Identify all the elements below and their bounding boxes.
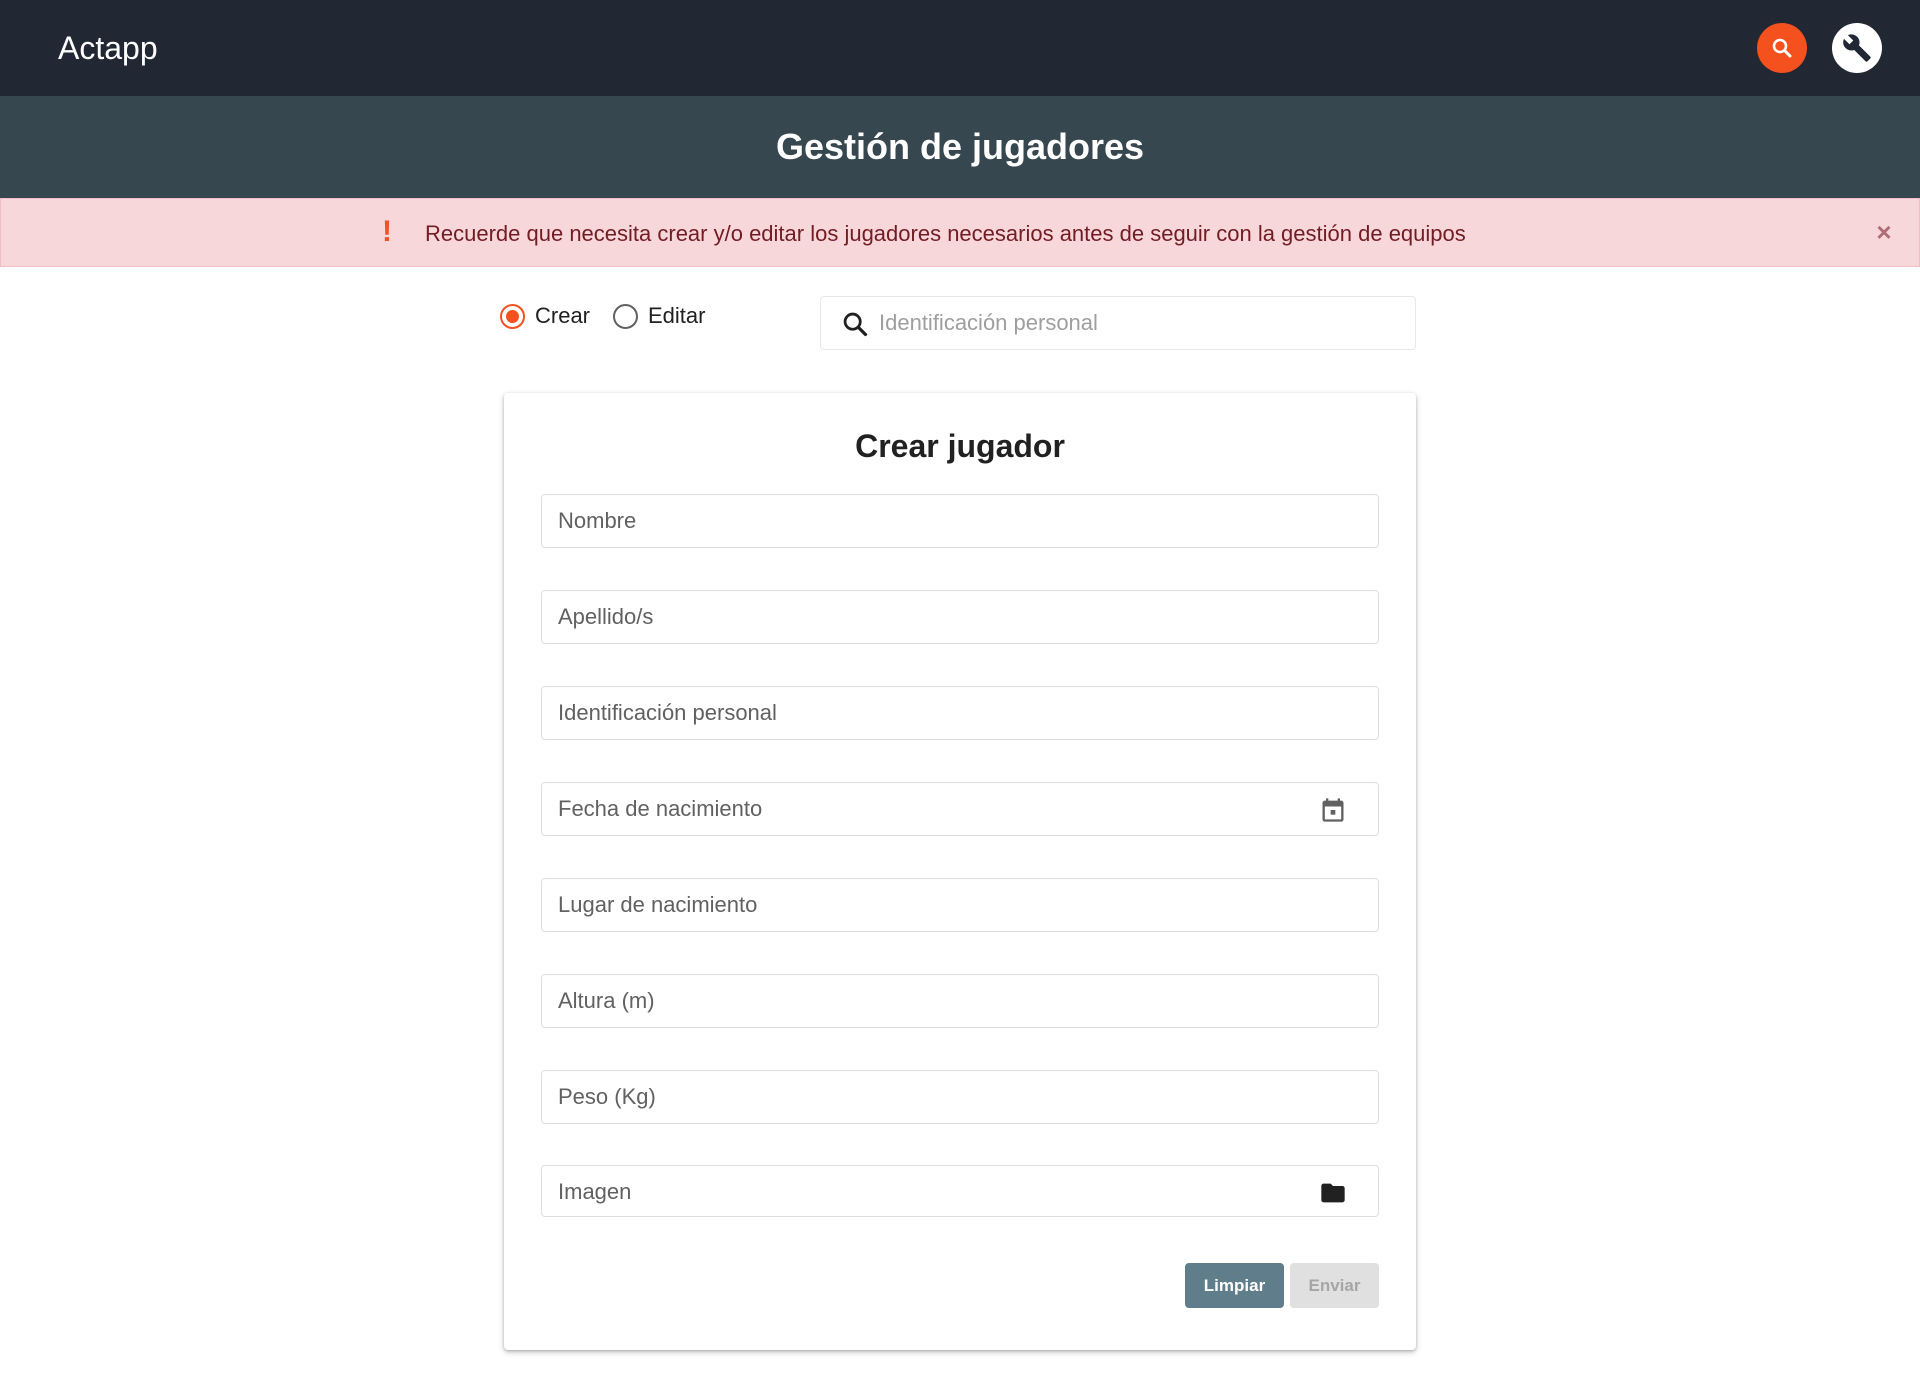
- settings-button[interactable]: [1832, 23, 1882, 73]
- imagen-input[interactable]: [558, 1176, 1318, 1208]
- page-title-bar: Gestión de jugadores: [0, 96, 1920, 198]
- search-icon: [843, 312, 868, 337]
- player-search-box: [820, 296, 1416, 350]
- altura-input[interactable]: [558, 985, 1318, 1017]
- folder-icon[interactable]: [1318, 1179, 1348, 1207]
- peso-input[interactable]: [558, 1081, 1318, 1113]
- radio-crear-label: Crear: [535, 303, 591, 328]
- radio-indicator[interactable]: [613, 303, 638, 329]
- lugar-nacimiento-field: [541, 878, 1379, 932]
- page-title: Gestión de jugadores: [775, 126, 1145, 167]
- wrench-icon: [1843, 34, 1871, 62]
- nombre-field: [541, 494, 1379, 548]
- close-icon[interactable]: ×: [1871, 219, 1897, 245]
- radio-editar[interactable]: Editar: [613, 303, 705, 329]
- radio-crear[interactable]: Crear: [500, 303, 590, 329]
- search-icon: [1772, 38, 1792, 58]
- clear-button[interactable]: Limpiar: [1185, 1263, 1284, 1308]
- warning-alert: ! Recuerde que necesita crear y/o editar…: [0, 198, 1920, 267]
- apellidos-input[interactable]: [558, 601, 1318, 633]
- form-title: Crear jugador: [855, 428, 1065, 464]
- radio-indicator[interactable]: [500, 303, 525, 329]
- fecha-nacimiento-field: [541, 782, 1379, 836]
- app-bar: Actapp: [0, 0, 1920, 96]
- create-player-card: Crear jugador Limpiar Enviar: [504, 393, 1416, 1350]
- send-button[interactable]: Enviar: [1290, 1263, 1379, 1308]
- fecha-nacimiento-input[interactable]: [558, 793, 1318, 825]
- identificacion-input[interactable]: [558, 697, 1318, 729]
- exclamation-icon: !: [382, 215, 392, 248]
- calendar-icon[interactable]: [1318, 796, 1348, 824]
- lugar-nacimiento-input[interactable]: [558, 889, 1318, 921]
- identificacion-field: [541, 686, 1379, 740]
- apellidos-field: [541, 590, 1379, 644]
- player-search-input[interactable]: [879, 307, 1399, 339]
- imagen-field: [541, 1165, 1379, 1217]
- app-brand[interactable]: Actapp: [58, 30, 158, 66]
- alert-message: Recuerde que necesita crear y/o editar l…: [425, 221, 1466, 246]
- search-button[interactable]: [1757, 23, 1807, 73]
- peso-field: [541, 1070, 1379, 1124]
- radio-editar-label: Editar: [648, 303, 706, 328]
- nombre-input[interactable]: [558, 505, 1318, 537]
- altura-field: [541, 974, 1379, 1028]
